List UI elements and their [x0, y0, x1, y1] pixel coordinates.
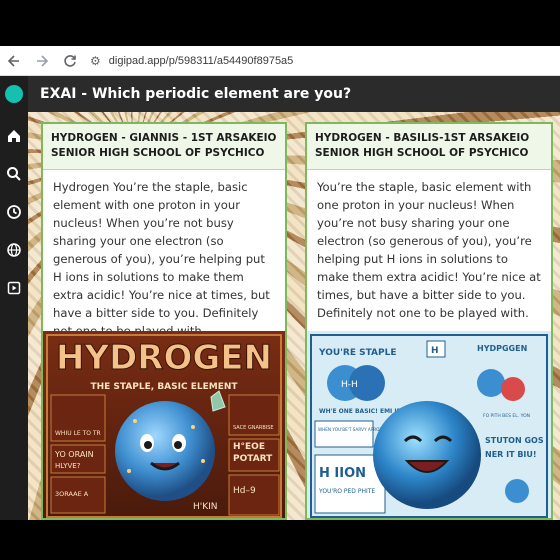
image-snippet: 3ORAAE A — [55, 490, 89, 498]
image-headline: HYDROGEN — [56, 338, 272, 378]
top-black-bar — [0, 0, 560, 46]
arrow-left-icon — [7, 54, 19, 67]
image-snippet: POTART — [233, 454, 273, 464]
play-button[interactable] — [0, 269, 28, 307]
image-headline: YOU'RE STAPLE — [318, 348, 397, 358]
image-snippet: WHEN YOU'BE'T SARVY APROTE — [318, 427, 385, 432]
image-snippet: NER IT BIU! — [485, 450, 537, 459]
post-card[interactable]: HYDROGEN - GIANNIS - 1ST ARSAKEIO SENIOR… — [41, 122, 287, 520]
arrow-right-icon — [37, 54, 49, 67]
home-icon — [8, 130, 20, 142]
post-body: Hydrogen You’re the staple, basic elemen… — [53, 180, 270, 338]
post-title: HYDROGEN - GIANNIS - 1ST ARSAKEIO SENIOR… — [43, 124, 285, 170]
image-snippet: HLYVE? — [55, 462, 81, 470]
globe-icon — [7, 243, 21, 257]
forward-button[interactable] — [28, 47, 56, 75]
page-title: EXAI - Which periodic element are you? — [40, 86, 352, 102]
image-snippet: FO PITH BES EL. YON — [483, 413, 530, 419]
image-snippet: Hd–9 — [233, 486, 256, 496]
home-button[interactable] — [0, 117, 28, 155]
pad-title-bar: EXAI - Which periodic element are you? — [28, 76, 560, 112]
reload-button[interactable] — [56, 47, 84, 75]
image-snippet: YOU'RO PED PHITE — [318, 488, 375, 495]
image-snippet: WH'E ONE BASIC! EMI IE — [319, 408, 401, 415]
image-snippet: H IION — [319, 466, 366, 481]
tune-icon[interactable]: ⚙ — [90, 54, 101, 68]
app-logo[interactable] — [5, 85, 23, 103]
bottom-black-bar — [0, 520, 560, 560]
sidebar — [0, 76, 28, 520]
address-bar[interactable]: ⚙ digipad.app/p/598311/a54490f8975a5 — [90, 49, 560, 73]
post-image[interactable]: HYDROGEN THE STAPLE, BASIC ELEMENT WHIU … — [43, 331, 285, 518]
image-snippet: SACE GNARBISE — [233, 425, 274, 431]
svg-text:H-H: H-H — [341, 380, 358, 390]
post-card[interactable]: HYDROGEN - BASILIS-1ST ARSAKEIO SENIOR H… — [305, 122, 553, 520]
url-text: digipad.app/p/598311/a54490f8975a5 — [108, 54, 294, 67]
svg-text:H: H — [431, 346, 439, 356]
search-icon — [7, 167, 21, 181]
history-button[interactable] — [0, 193, 28, 231]
image-snippet: H°EOE — [233, 442, 265, 452]
image-snippet: H'KIN — [193, 502, 218, 512]
image-headline-right: HYDPGGEN — [477, 344, 527, 353]
image-snippet: STUTON GOS — [485, 436, 544, 445]
image-subtitle: THE STAPLE, BASIC ELEMENT — [90, 382, 238, 392]
search-button[interactable] — [0, 155, 28, 193]
post-image[interactable]: YOU'RE STAPLE HYDPGGEN H-H H WH'E ONE BA… — [307, 331, 551, 518]
browser-toolbar: ⚙ digipad.app/p/598311/a54490f8975a5 — [0, 46, 560, 76]
back-button[interactable] — [0, 47, 28, 75]
image-snippet: YO ORAIN — [54, 450, 94, 459]
image-snippet: WHIU LE TO TR — [55, 430, 101, 437]
clock-icon — [7, 205, 21, 219]
globe-button[interactable] — [0, 231, 28, 269]
post-title: HYDROGEN - BASILIS-1ST ARSAKEIO SENIOR H… — [307, 124, 551, 170]
play-icon — [7, 281, 21, 295]
post-body: You’re the staple, basic element with on… — [317, 180, 541, 320]
reload-icon — [64, 54, 76, 67]
